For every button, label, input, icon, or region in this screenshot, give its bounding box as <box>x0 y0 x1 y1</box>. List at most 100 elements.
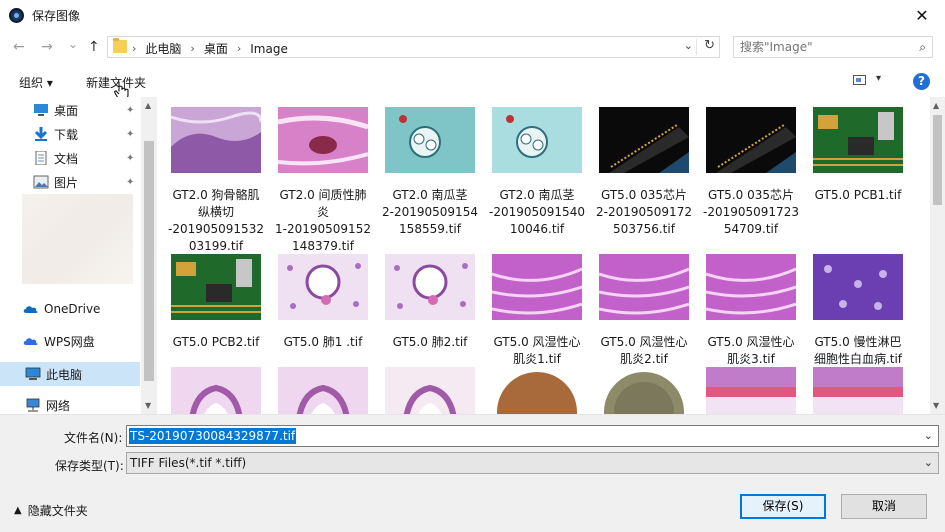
image-thumbnail <box>813 254 903 320</box>
file-name-label: GT5.0 035芯片 -201905091723 54709.tif <box>703 188 799 236</box>
scroll-down-icon[interactable]: ▼ <box>145 401 151 410</box>
filetype-select[interactable]: TIFF Files(*.tif *.tiff) ⌄ <box>126 452 939 474</box>
folder-icon <box>113 38 127 53</box>
sidebar-item-label: 文档 <box>54 151 79 166</box>
file-name-label: GT5.0 PCB1.tif <box>814 188 902 202</box>
up-arrow-icon[interactable]: ↑ <box>88 39 100 55</box>
redacted-area <box>22 194 133 284</box>
sidebar-item-label: 此电脑 <box>46 367 83 382</box>
scroll-thumb[interactable] <box>933 115 942 205</box>
file-item[interactable]: GT2.0 狗骨骼肌 纵横切 -201905091532 03199.tif <box>164 107 268 255</box>
recent-locations-icon[interactable]: ⌄ <box>68 37 78 51</box>
file-item[interactable]: GT5.0 肺1 .tif <box>271 254 375 351</box>
file-name-label: GT2.0 南瓜茎 2-20190509154 158559.tif <box>382 188 478 236</box>
file-item[interactable] <box>592 367 696 414</box>
file-item[interactable]: GT2.0 南瓜茎 -201905091540 10046.tif <box>485 107 589 238</box>
image-thumbnail <box>385 254 475 320</box>
sidebar-item-pictures[interactable]: 图片 ✦ <box>0 171 140 193</box>
file-item[interactable]: GT5.0 035芯片 -201905091723 54709.tif <box>699 107 803 238</box>
breadcrumb-this-pc[interactable]: 此电脑 <box>145 40 181 57</box>
search-box[interactable]: ⌕ <box>733 36 933 58</box>
hide-folders-toggle[interactable]: ▲ 隐藏文件夹 <box>14 502 88 519</box>
pin-icon: ✦ <box>126 152 135 164</box>
breadcrumb-image[interactable]: Image <box>250 42 288 56</box>
image-thumbnail <box>278 254 368 320</box>
sidebar-scrollbar[interactable]: ▲ ▼ <box>141 97 157 414</box>
file-item[interactable]: GT5.0 肺2.tif <box>378 254 482 351</box>
image-thumbnail <box>278 367 368 414</box>
search-icon[interactable]: ⌕ <box>919 40 926 55</box>
file-item[interactable]: GT5.0 风湿性心 肌炎2.tif <box>592 254 696 368</box>
image-thumbnail <box>598 254 690 320</box>
file-item[interactable]: GT5.0 PCB2.tif <box>164 254 268 351</box>
file-item[interactable] <box>164 367 268 414</box>
file-name-label: GT2.0 间质性肺 炎 1-20190509152 148379.tif <box>275 188 371 253</box>
filename-value[interactable]: TS-20190730084329877.tif <box>129 428 297 444</box>
computer-icon <box>25 367 41 380</box>
back-arrow-icon[interactable]: ← <box>13 39 25 55</box>
help-icon[interactable]: ? <box>913 73 930 90</box>
file-item[interactable]: GT5.0 慢性淋巴 细胞性白血病.tif <box>806 254 910 368</box>
address-dropdown-icon[interactable]: ⌄ <box>684 39 693 52</box>
file-name-label: GT5.0 风湿性心 肌炎3.tif <box>707 335 795 366</box>
image-thumbnail <box>599 367 689 414</box>
chevron-down-icon[interactable]: ⌄ <box>924 456 933 469</box>
file-item[interactable]: GT2.0 南瓜茎 2-20190509154 158559.tif <box>378 107 482 238</box>
organize-button[interactable]: 组织 ▾ <box>19 74 53 91</box>
sidebar-item-network[interactable]: 网络 <box>0 394 140 414</box>
file-item[interactable] <box>699 367 803 414</box>
file-item[interactable]: GT2.0 间质性肺 炎 1-20190509152 148379.tif <box>271 107 375 255</box>
breadcrumb: › 此电脑 › 桌面 › Image <box>132 40 288 57</box>
sidebar-item-documents[interactable]: 文档 ✦ <box>0 147 140 169</box>
forward-arrow-icon[interactable]: → <box>41 39 53 55</box>
file-grid[interactable]: GT2.0 狗骨骼肌 纵横切 -201905091532 03199.tif GT… <box>158 97 930 414</box>
file-item[interactable] <box>806 367 910 414</box>
file-item[interactable]: GT5.0 风湿性心 肌炎3.tif <box>699 254 803 368</box>
close-button[interactable]: ✕ <box>899 0 945 31</box>
address-bar[interactable]: › 此电脑 › 桌面 › Image ⌄ ↻ <box>107 36 720 58</box>
sidebar-item-this-pc[interactable]: 此电脑 <box>0 362 140 386</box>
image-thumbnail <box>599 107 689 173</box>
image-thumbnail <box>171 254 261 320</box>
sidebar-item-wps[interactable]: WPS网盘 <box>0 330 140 352</box>
search-input[interactable] <box>740 40 910 54</box>
content-scrollbar[interactable]: ▲ ▼ <box>930 97 945 414</box>
scroll-thumb[interactable] <box>144 141 154 381</box>
navigation-pane[interactable]: 桌面 ✦ 下载 ✦ 文档 ✦ 图片 ✦ OneDrive WPS网盘 此电脑 网… <box>0 97 157 414</box>
image-thumbnail <box>170 107 263 173</box>
file-item[interactable] <box>271 367 375 414</box>
file-item[interactable] <box>378 367 482 414</box>
sidebar-item-onedrive[interactable]: OneDrive <box>0 298 140 320</box>
file-item[interactable]: GT5.0 风湿性心 肌炎1.tif <box>485 254 589 368</box>
sidebar-item-label: 桌面 <box>54 103 79 118</box>
document-icon <box>35 151 47 165</box>
cancel-button[interactable]: 取消 <box>841 494 927 519</box>
filetype-label: 保存类型(T): <box>55 459 124 473</box>
breadcrumb-separator: › <box>236 42 242 55</box>
filename-label: 文件名(N): <box>64 431 123 445</box>
file-item[interactable]: GT5.0 035芯片 2-20190509172 503756.tif <box>592 107 696 238</box>
file-item[interactable] <box>485 367 589 414</box>
sidebar-item-label: WPS网盘 <box>44 334 95 349</box>
image-thumbnail <box>813 107 903 173</box>
cloud-icon <box>23 306 38 313</box>
scroll-up-icon[interactable]: ▲ <box>145 101 151 110</box>
sidebar-item-downloads[interactable]: 下载 ✦ <box>0 123 140 145</box>
image-thumbnail <box>705 254 797 320</box>
scroll-up-icon[interactable]: ▲ <box>933 101 939 110</box>
view-options-icon[interactable] <box>853 75 866 85</box>
refresh-icon[interactable]: ↻ <box>704 38 715 53</box>
save-button[interactable]: 保存(S) <box>740 494 826 519</box>
file-name-label: GT5.0 慢性淋巴 细胞性白血病.tif <box>813 335 903 366</box>
filename-input[interactable]: TS-20190730084329877.tif ⌄ <box>126 425 939 447</box>
sidebar-item-label: 图片 <box>54 175 79 190</box>
scroll-down-icon[interactable]: ▼ <box>933 401 939 410</box>
image-thumbnail <box>492 367 582 414</box>
breadcrumb-desktop[interactable]: 桌面 <box>204 40 228 57</box>
file-name-label: GT5.0 035芯片 2-20190509172 503756.tif <box>596 188 692 236</box>
cloud-icon <box>23 338 38 345</box>
sidebar-item-desktop[interactable]: 桌面 ✦ <box>0 99 140 121</box>
chevron-down-icon[interactable]: ⌄ <box>924 429 933 442</box>
file-item[interactable]: GT5.0 PCB1.tif <box>806 107 910 204</box>
view-dropdown-icon[interactable]: ▾ <box>876 73 881 84</box>
